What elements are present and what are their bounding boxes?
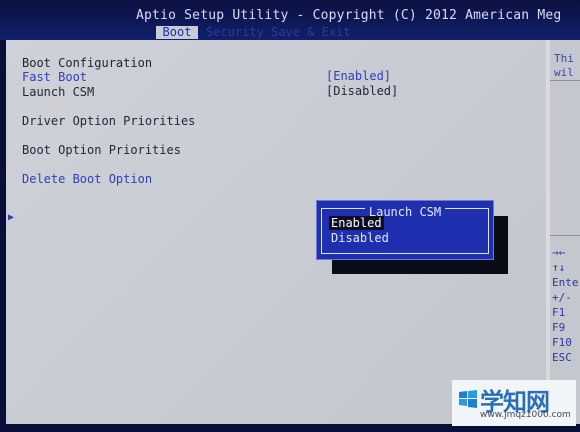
key-arrows-ud: ↑↓ [552,261,566,274]
boot-option-priorities[interactable]: Boot Option Priorities [22,143,181,157]
windows-logo-icon [459,390,477,408]
launch-csm-popup: Launch CSM Enabled Disabled [316,200,494,260]
key-f9: F9 [552,321,566,334]
key-plus-minus: +/- [552,291,572,304]
delete-boot-option[interactable]: Delete Boot Option [22,172,152,186]
help-line-2: wil [554,66,574,79]
help-separator [550,80,580,81]
popup-option-enabled[interactable]: Enabled [329,216,384,230]
tab-boot[interactable]: Boot [156,26,198,39]
help-line-1: Thi [554,52,574,65]
fast-boot-label[interactable]: Fast Boot [22,70,87,84]
key-arrows-lr: →← [552,246,566,259]
fast-boot-value[interactable]: [Enabled] [326,69,391,83]
launch-csm-label[interactable]: Launch CSM [22,85,94,99]
help-separator-2 [550,235,580,236]
help-panel: Thi wil →← ↑↓ Ente +/- F1 F9 F10 ESC [550,40,580,424]
popup-option-disabled[interactable]: Disabled [331,231,389,245]
watermark-url: www.jmqz1000.com [480,410,571,420]
tab-bar: Boot Security Save & Exit [0,26,580,39]
submenu-arrow-icon: ▶ [8,212,15,223]
key-esc: ESC [552,351,572,364]
tab-other[interactable]: Security Save & Exit [206,26,351,39]
key-f1: F1 [552,306,566,319]
key-f10: F10 [552,336,572,349]
key-enter: Ente [552,276,579,289]
app-title: Aptio Setup Utility - Copyright (C) 2012… [136,8,562,23]
key-legend: →← ↑↓ Ente +/- F1 F9 F10 ESC [552,245,580,365]
launch-csm-value[interactable]: [Disabled] [326,84,398,98]
driver-option-priorities[interactable]: Driver Option Priorities [22,114,195,128]
section-title: Boot Configuration [22,56,153,70]
watermark: 学知网 www.jmqz1000.com [452,380,576,426]
title-bar: Aptio Setup Utility - Copyright (C) 2012… [0,0,580,40]
